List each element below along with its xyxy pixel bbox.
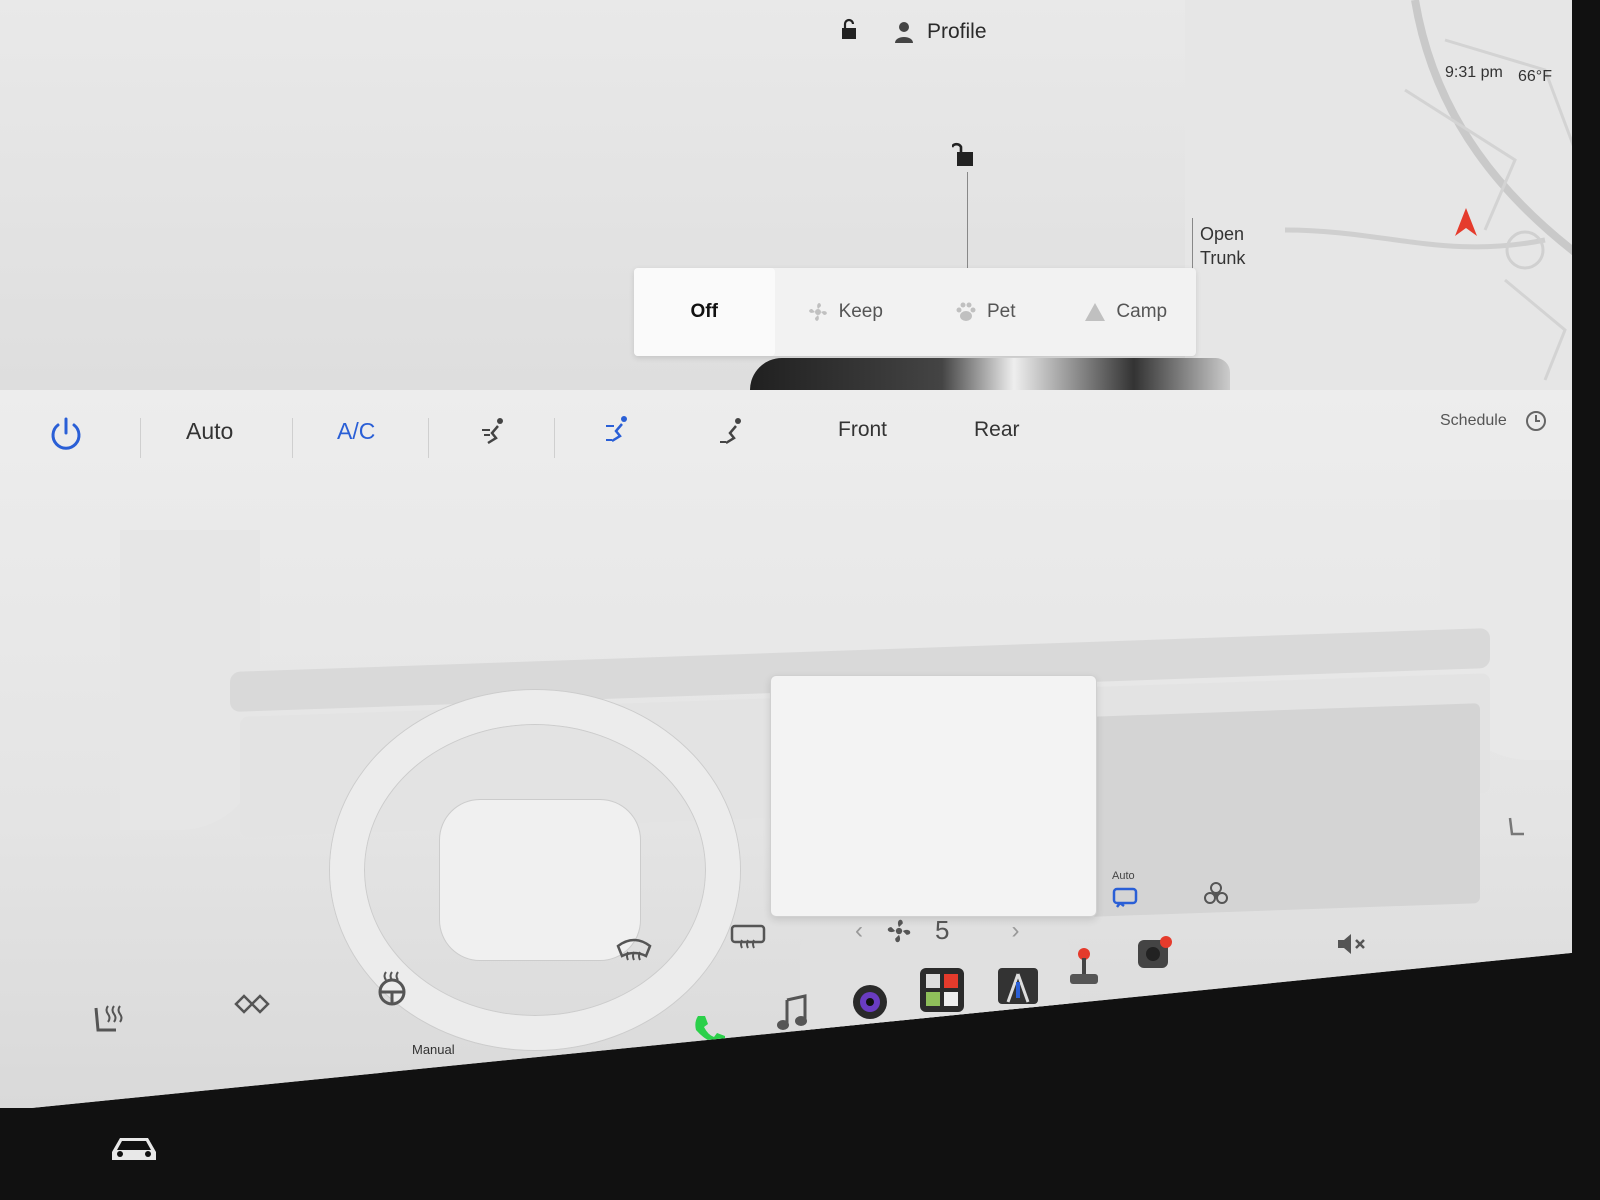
climate-control-bar: Auto A/C Front Rear Schedule [0,390,1572,490]
fan-icon [808,303,827,321]
fan-decrease-button[interactable]: ‹ [855,917,863,945]
climate-mode-selector: Off Keep Pet Camp [634,268,1196,356]
center-screen-illustration [770,675,1097,917]
steering-wheel-heater-icon[interactable] [372,968,412,1008]
schedule-label: Schedule [1440,412,1507,429]
car-roof [750,358,1230,390]
fan-icon [887,919,911,942]
profile-label: Profile [927,20,987,43]
auto-button[interactable]: Auto [186,418,233,445]
rear-defrost-button[interactable]: Rear [974,418,1020,442]
mode-label: Off [690,301,718,322]
apps-launcher-icon[interactable] [920,968,964,1012]
mode-label: Camp [1116,301,1168,322]
display: Profile 9:31 pm 66°F Open Trunk Off Keep… [0,0,1572,1108]
volume-mute-icon[interactable] [1336,932,1368,956]
airflow-face-icon[interactable] [478,416,508,446]
vehicle-view: Profile 9:31 pm 66°F Open Trunk Off Keep… [0,0,1572,390]
unlock-icon[interactable] [952,140,978,168]
divider [428,418,429,458]
front-defrost-icon[interactable] [614,930,654,970]
joystick-icon[interactable] [1066,946,1102,986]
glovebox [1090,703,1480,917]
autopilot-icon[interactable] [998,968,1038,1004]
fan-speed-value: 5 [935,915,950,945]
bioweapon-defense-icon[interactable] [1202,880,1230,908]
recirculation-icon[interactable] [1112,886,1138,910]
mode-off[interactable]: Off [634,268,775,356]
steering-hub [440,800,640,960]
paw-icon [956,302,976,321]
mode-keep[interactable]: Keep [775,301,916,323]
map-roads [1284,0,1572,381]
temperature-mode-label: Manual [412,1042,455,1057]
airflow-feet-icon[interactable] [716,416,746,446]
rear-seat-heater-icon[interactable] [232,984,272,1024]
mode-pet[interactable]: Pet [915,301,1056,323]
seat-heater-icon[interactable] [88,1000,128,1040]
open-trunk-button[interactable]: Open Trunk [1200,222,1245,270]
clock-icon [1525,411,1546,431]
trunk-label-open: Open [1200,224,1245,244]
airflow-face-feet-icon[interactable] [602,414,632,444]
fan-increase-button[interactable]: › [1011,917,1019,945]
dashcam-icon[interactable] [1136,934,1174,972]
rear-defrost-icon[interactable] [728,918,768,958]
cabin-illustration [0,500,1572,1108]
ac-button[interactable]: A/C [337,418,375,445]
divider [292,418,293,458]
outside-temp: 66°F [1518,68,1552,85]
clock: 9:31 pm [1445,64,1503,81]
apps-grid-icon [926,974,958,1006]
profile-button[interactable]: Profile [895,20,987,44]
fan-speed-control: ‹ 5 › [855,915,1019,946]
front-defrost-button[interactable]: Front [838,418,887,442]
mode-label: Pet [986,301,1016,322]
passenger-seat-icon[interactable] [1504,814,1530,840]
mode-camp[interactable]: Camp [1056,301,1197,323]
person-icon [895,22,913,43]
navigation-arrow-icon [1455,208,1477,236]
divider [554,418,555,458]
map-view[interactable] [1185,0,1572,390]
trunk-label-trunk: Trunk [1200,248,1246,268]
car-icon[interactable] [106,1128,162,1168]
schedule-button[interactable]: Schedule [1440,410,1547,432]
mode-label: Keep [838,301,883,322]
recirculation-mode-label: Auto [1112,870,1135,882]
music-icon[interactable] [775,994,811,1034]
camera-icon[interactable] [850,982,890,1022]
tent-icon [1085,303,1106,321]
divider [140,418,141,458]
power-icon[interactable] [48,416,84,452]
lock-pointer-line [967,172,968,272]
unlock-icon[interactable] [838,18,860,40]
